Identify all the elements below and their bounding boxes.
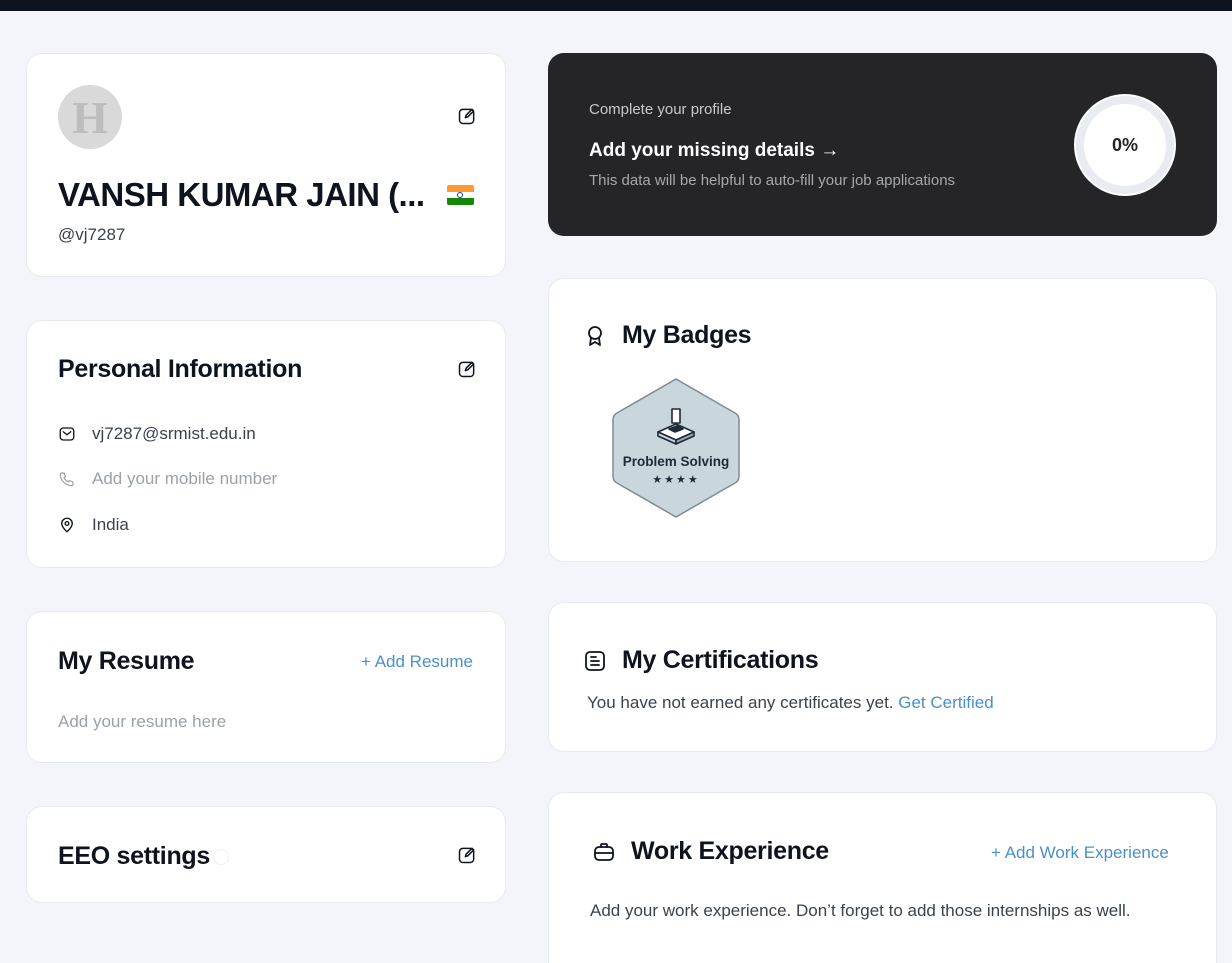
badges-card: My Badges Problem Solving ★★★★ bbox=[548, 278, 1217, 562]
location-row: India bbox=[58, 515, 129, 535]
badge-name: Problem Solving bbox=[622, 454, 730, 469]
complete-profile-subtitle: This data will be helpful to auto-fill y… bbox=[589, 172, 956, 189]
phone-placeholder: Add your mobile number bbox=[92, 469, 278, 488]
edit-eeo-settings-button[interactable] bbox=[455, 843, 479, 867]
resume-card: My Resume + Add Resume Add your resume h… bbox=[26, 611, 506, 763]
certifications-title: My Certifications bbox=[622, 646, 819, 674]
award-ribbon-icon bbox=[588, 325, 602, 346]
complete-profile-card: Complete your profile Add your missing d… bbox=[548, 53, 1217, 236]
email-row: vj7287@srmist.edu.in bbox=[58, 424, 256, 444]
certifications-empty-message: You have not earned any certificates yet… bbox=[587, 693, 994, 713]
badges-title: My Badges bbox=[622, 321, 752, 349]
resume-title: My Resume bbox=[58, 647, 195, 675]
certifications-card: My Certifications You have not earned an… bbox=[548, 602, 1217, 752]
certifications-header: My Certifications bbox=[583, 646, 819, 675]
resume-placeholder: Add your resume here bbox=[58, 712, 227, 731]
eeo-settings-title: EEO settings bbox=[58, 842, 210, 870]
edit-icon bbox=[458, 108, 475, 125]
add-resume-link[interactable]: + Add Resume bbox=[361, 652, 473, 672]
badge-stars: ★★★★ bbox=[652, 474, 700, 486]
location-pin-icon bbox=[61, 517, 73, 533]
mail-icon bbox=[59, 427, 75, 441]
work-experience-title: Work Experience bbox=[631, 837, 829, 865]
top-navigation-bar bbox=[0, 0, 1232, 11]
location-value: India bbox=[92, 515, 129, 534]
briefcase-icon bbox=[594, 842, 614, 861]
profile-name: VANSH KUMAR JAIN (... bbox=[58, 176, 425, 213]
info-icon[interactable] bbox=[213, 849, 229, 865]
edit-profile-button[interactable] bbox=[455, 104, 479, 128]
complete-profile-label: Complete your profile bbox=[589, 101, 732, 118]
hexagon-badge-icon bbox=[612, 378, 740, 518]
work-experience-header: Work Experience bbox=[592, 837, 829, 866]
avatar-letter: H bbox=[72, 91, 108, 143]
eeo-settings-card: EEO settings bbox=[26, 806, 506, 903]
add-work-experience-link[interactable]: + Add Work Experience bbox=[991, 843, 1169, 863]
avatar[interactable]: H bbox=[58, 85, 122, 149]
edit-personal-info-button[interactable] bbox=[455, 357, 479, 381]
edit-icon bbox=[458, 847, 475, 864]
profile-progress-value: 0% bbox=[1111, 134, 1138, 155]
phone-row[interactable]: Add your mobile number bbox=[58, 469, 277, 489]
india-flag-icon bbox=[447, 185, 474, 205]
phone-icon bbox=[59, 472, 74, 487]
get-certified-link[interactable]: Get Certified bbox=[898, 693, 993, 712]
badge-problem-solving[interactable]: Problem Solving ★★★★ bbox=[611, 377, 741, 519]
edit-icon bbox=[458, 361, 475, 378]
email-value: vj7287@srmist.edu.in bbox=[92, 424, 256, 443]
work-experience-empty-text: Add your work experience. Don’t forget t… bbox=[590, 901, 1131, 920]
personal-information-card: Personal Information vj7287@srmist.edu.i… bbox=[26, 320, 506, 568]
add-missing-details-link[interactable]: Add your missing details → bbox=[589, 140, 839, 162]
work-experience-card: Work Experience + Add Work Experience Ad… bbox=[548, 792, 1217, 963]
personal-information-title: Personal Information bbox=[58, 355, 303, 383]
badges-header: My Badges bbox=[583, 321, 752, 350]
profile-card: H VANSH KUMAR JAIN (... @vj7287 bbox=[26, 53, 506, 277]
certifications-empty-text: You have not earned any certificates yet… bbox=[587, 693, 894, 712]
username: @vj7287 bbox=[58, 225, 126, 244]
document-icon bbox=[585, 650, 605, 671]
